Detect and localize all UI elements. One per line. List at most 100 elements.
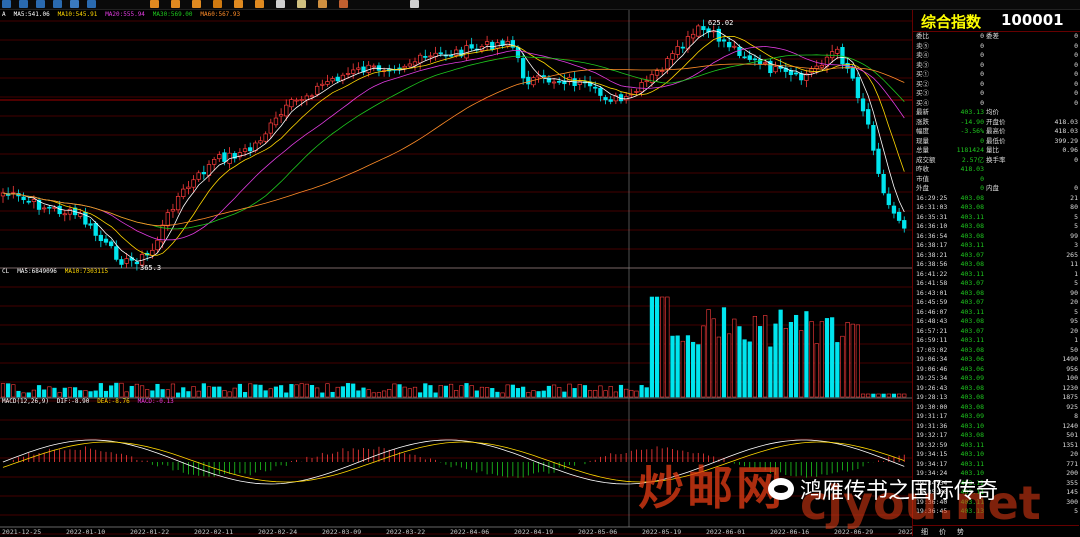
volume-bar [258,384,263,398]
volume-bar [763,315,768,398]
quote-cell: 内盘 [986,184,999,192]
bar-icon[interactable] [19,0,28,8]
index-code: 100001 [1001,11,1064,29]
volume-bar [57,392,62,398]
volume-bar [505,384,510,398]
quote-cell: 1351 [1062,440,1078,449]
candle-body [448,54,454,57]
candle-body [351,69,356,74]
volume-bar [855,324,860,398]
order-row: 委比 0 委差 0 [914,32,1080,41]
volume-bar [103,390,109,398]
volume-bar [515,388,521,398]
volume-bar [768,346,773,398]
quote-cell: 403.06 [960,355,984,363]
quote-cell: 16:46:07 [916,307,948,316]
quote-cell: 1181424 [956,146,984,154]
volume-bar [490,388,495,398]
stat-row: 涨跌 -14.90 开盘价 418.03 [914,118,1080,127]
candle-body [212,159,217,165]
volume-bar [809,321,814,398]
quote-cell: 幅度 [916,127,929,135]
volume-bar [387,389,392,398]
volume-bar [582,385,588,398]
quote-cell: 16:38:56 [916,260,948,268]
macd-legend-item: DIF:-8.90 [57,398,90,405]
volume-bar [752,315,757,398]
quote-cell: 委差 [986,32,999,40]
quote-cell: 买② [916,79,929,88]
grid-icon[interactable] [53,0,62,8]
layer-icon[interactable] [255,0,264,8]
volume-bar [819,321,824,398]
volume-bar [824,318,830,398]
volume-bar [459,385,464,398]
candle-body [196,172,201,180]
quote-cell: 0 [980,79,984,88]
volume-bar [335,386,340,398]
cursor-icon[interactable] [150,0,159,8]
volume-bar [618,384,624,398]
volume-bar [21,392,26,398]
quote-cell: 1230 [1062,383,1078,392]
quote-cell: 19:34:17 [916,459,948,468]
candle-body [721,39,727,42]
gear-icon[interactable] [410,0,419,8]
candle-body [402,65,407,69]
candle-body [696,25,701,37]
volume-bar [67,387,73,398]
line-icon[interactable] [36,0,45,8]
volume-bar [737,326,742,398]
quote-cell: 成交额 [916,155,936,164]
volume-bar [438,384,443,398]
volume-legend-item: MA5:6849096 [17,268,57,275]
ruler-icon[interactable] [213,0,222,8]
quote-cell: 0 [1074,41,1078,50]
volume-bar [93,390,98,398]
volume-bar [150,390,155,398]
volume-bar [330,391,335,398]
quote-cell: -14.90 [960,117,984,126]
volume-bar [799,330,804,398]
quote-cell: 403.08 [960,203,984,211]
volume-bar [757,326,763,398]
magnet-icon[interactable] [234,0,243,8]
ma-legend-item: MA10:545.91 [58,11,98,18]
volume-bar [119,382,124,398]
volume-bar [665,296,670,398]
macd-legend-item: DEA:-8.76 [97,398,130,405]
volume-bar [418,392,423,398]
tick-row: 19:25:34 403.09 100 [914,374,1080,383]
volume-bar [562,391,567,398]
candle-body [278,114,284,117]
note-icon[interactable] [297,0,306,8]
draw-icon[interactable] [171,0,180,8]
tools-icon[interactable] [339,0,348,8]
chart-icon[interactable] [2,0,11,8]
candle-body [866,109,871,125]
tick-row: 16:31:03 403.08 80 [914,203,1080,212]
candle-body [680,46,685,49]
candle-body [505,41,510,47]
candle-body [31,199,37,202]
wechat-icon [768,478,794,500]
volume-bar [587,390,593,398]
text-icon[interactable] [192,0,201,8]
zoom-in-icon[interactable] [70,0,79,8]
quote-cell: 最高价 [986,127,1006,135]
candle-body [855,77,861,99]
lock-icon[interactable] [276,0,285,8]
candle-body [608,99,613,102]
stat-row: 最新 403.13 均价 [914,108,1080,117]
volume-bar [402,386,407,398]
candle-body [737,46,742,56]
volume-bar [773,323,778,398]
quote-cell: 0 [980,70,984,78]
quote-cell: 19:06:46 [916,364,948,373]
volume-bar [871,393,876,398]
search-icon[interactable] [318,0,327,8]
quote-cell: 0 [980,174,984,183]
candle-body [814,65,819,69]
quote-cell: 19:25:34 [916,374,948,382]
zoom-out-icon[interactable] [87,0,96,8]
